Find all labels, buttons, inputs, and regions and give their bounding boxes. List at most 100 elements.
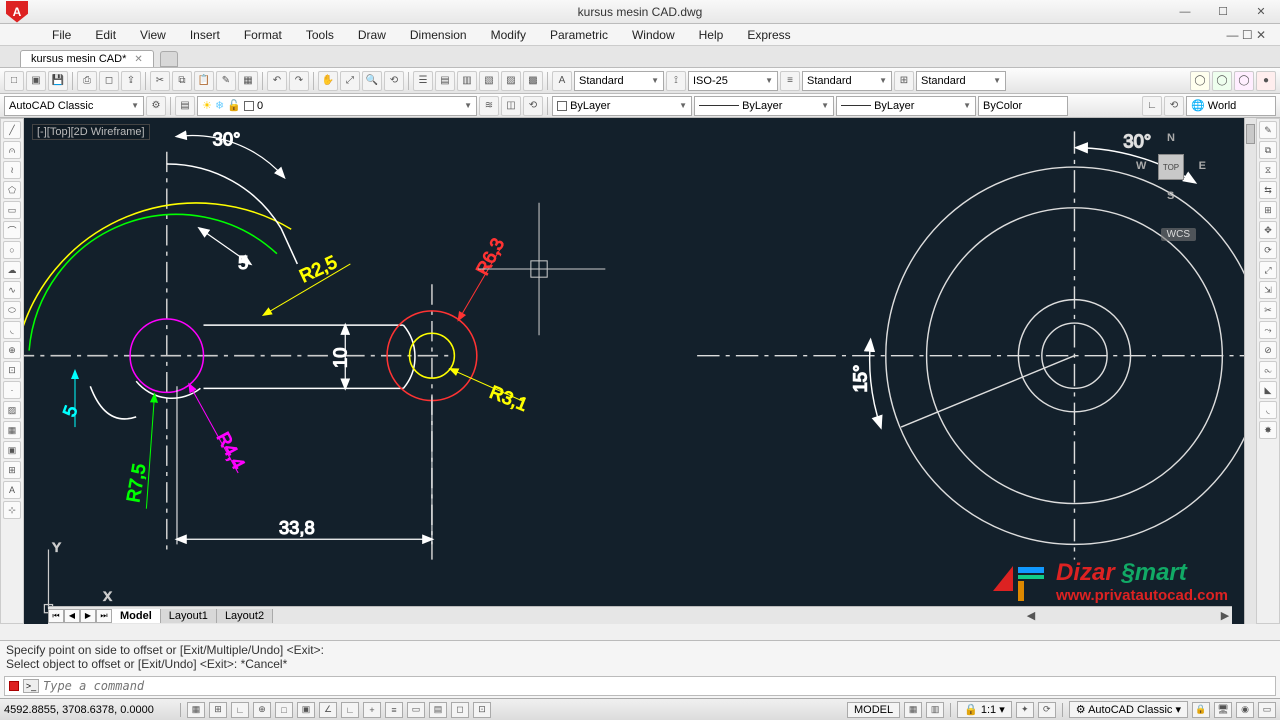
hatch-icon[interactable]: ▨ [3,401,21,419]
layer-prev-icon[interactable]: ⟲ [523,96,543,116]
viewcube-face[interactable]: TOP [1158,154,1184,180]
rect-icon[interactable]: ▭ [3,201,21,219]
plotcolor-select[interactable]: ByColor [978,96,1068,116]
spline-icon[interactable]: ∿ [3,281,21,299]
ellipsearc-icon[interactable]: ◟ [3,321,21,339]
constraint1-icon[interactable]: ◯ [1190,71,1210,91]
polar-toggle[interactable]: ⊕ [253,702,271,718]
clean-icon[interactable]: ▭ [1258,702,1276,718]
maximize-button[interactable]: ☐ [1204,2,1242,22]
revcloud-icon[interactable]: ☁ [3,261,21,279]
layer-state-icon[interactable]: ≋ [479,96,499,116]
trim-icon[interactable]: ✂ [1259,301,1277,319]
otrack-toggle[interactable]: ∠ [319,702,337,718]
mirror-icon[interactable]: ⧖ [1259,161,1277,179]
array-icon[interactable]: ⊞ [1259,201,1277,219]
view-cube[interactable]: N S E W TOP [1136,132,1206,202]
menu-express[interactable]: Express [735,26,802,44]
layer-iso-icon[interactable]: ◫ [501,96,521,116]
erase-icon[interactable]: ✎ [1259,121,1277,139]
tab-prev-icon[interactable]: ◀ [64,609,80,623]
annovis-icon[interactable]: ✦ [1016,702,1034,718]
hardware-icon[interactable]: 🖥 [1214,702,1232,718]
tab-model[interactable]: Model [112,609,161,623]
model-space-toggle[interactable]: MODEL [847,702,900,718]
lineweight-select[interactable]: ByLayer▼ [836,96,976,116]
file-tab-active[interactable]: kursus mesin CAD* ✕ [20,50,154,67]
tab-layout1[interactable]: Layout1 [161,609,217,623]
color-select[interactable]: ByLayer▼ [552,96,692,116]
workspace-switch[interactable]: ⚙ AutoCAD Classic ▾ [1069,701,1188,718]
pan-icon[interactable]: ✋ [318,71,338,91]
zoom-rt-icon[interactable]: ⤢ [340,71,360,91]
drawing-canvas[interactable]: [-][Top][2D Wireframe] [24,118,1256,624]
am-toggle[interactable]: ⊡ [473,702,491,718]
layer-select[interactable]: ☀ ❄ 🔓 0▼ [197,96,477,116]
save-icon[interactable]: 💾 [48,71,68,91]
menu-edit[interactable]: Edit [83,26,128,44]
lwt-toggle[interactable]: ≡ [385,702,403,718]
polygon-icon[interactable]: ⬠ [3,181,21,199]
ucs-icon[interactable]: ∟ [1142,96,1162,116]
markup-icon[interactable]: ▨ [501,71,521,91]
join-icon[interactable]: ⧜ [1259,361,1277,379]
move-icon[interactable]: ✥ [1259,221,1277,239]
region-icon[interactable]: ▣ [3,441,21,459]
plot-icon[interactable]: ⎙ [77,71,97,91]
ortho-toggle[interactable]: ∟ [231,702,249,718]
menu-window[interactable]: Window [620,26,687,44]
vertical-scrollbar[interactable] [1244,118,1256,624]
insert-icon[interactable]: ⊕ [3,341,21,359]
close-button[interactable]: ✕ [1242,2,1280,22]
horizontal-scrollbar[interactable]: ◀▶ [1024,609,1232,622]
cmd-handle-icon[interactable] [9,681,19,691]
publish-icon[interactable]: ⇪ [121,71,141,91]
match-icon[interactable]: ✎ [216,71,236,91]
pline-icon[interactable]: ⩀ [3,141,21,159]
block-icon[interactable]: ▦ [238,71,258,91]
close-tab-icon[interactable]: ✕ [134,54,142,65]
scale-icon[interactable]: ⤢ [1259,261,1277,279]
dimstyle-icon[interactable]: ⟟ [666,71,686,91]
mlstyle-icon[interactable]: ≡ [780,71,800,91]
linetype-select[interactable]: ByLayer▼ [694,96,834,116]
cut-icon[interactable]: ✂ [150,71,170,91]
grid-toggle[interactable]: ⊞ [209,702,227,718]
dyn-toggle[interactable]: + [363,702,381,718]
break-icon[interactable]: ⊘ [1259,341,1277,359]
dc-icon[interactable]: ▤ [435,71,455,91]
paste-icon[interactable]: 📋 [194,71,214,91]
makeblock-icon[interactable]: ⊡ [3,361,21,379]
tp-icon[interactable]: ▥ [457,71,477,91]
ucs-select[interactable]: 🌐 World [1186,96,1276,116]
tab-next-icon[interactable]: ▶ [80,609,96,623]
new-icon[interactable]: □ [4,71,24,91]
menu-help[interactable]: Help [687,26,736,44]
constraint3-icon[interactable]: ◯ [1234,71,1254,91]
annoauto-icon[interactable]: ⟳ [1038,702,1056,718]
lock-ui-icon[interactable]: 🔒 [1192,702,1210,718]
menu-file[interactable]: File [40,26,83,44]
rotate-icon[interactable]: ⟳ [1259,241,1277,259]
ellipse-icon[interactable]: ⬭ [3,301,21,319]
arc-icon[interactable]: ⌒ [3,221,21,239]
explode-icon[interactable]: ✸ [1259,421,1277,439]
offset-icon[interactable]: ⇆ [1259,181,1277,199]
point-icon[interactable]: · [3,381,21,399]
qcalc-icon[interactable]: ▩ [523,71,543,91]
viewcube-s[interactable]: S [1167,190,1174,202]
props-icon[interactable]: ☰ [413,71,433,91]
tab-last-icon[interactable]: ⏭ [96,609,112,623]
menu-insert[interactable]: Insert [178,26,232,44]
menu-tools[interactable]: Tools [294,26,346,44]
constraint4-icon[interactable]: ● [1256,71,1276,91]
viewcube-e[interactable]: E [1199,160,1206,172]
layer-props-icon[interactable]: ▤ [175,96,195,116]
menu-modify[interactable]: Modify [479,26,538,44]
preview-icon[interactable]: ◻ [99,71,119,91]
app-logo[interactable]: A [6,1,28,23]
qp-toggle[interactable]: ▤ [429,702,447,718]
line-icon[interactable]: ╱ [3,121,21,139]
mdi-controls[interactable]: — ☐ ✕ [1217,28,1276,42]
osnap-toggle[interactable]: □ [275,702,293,718]
